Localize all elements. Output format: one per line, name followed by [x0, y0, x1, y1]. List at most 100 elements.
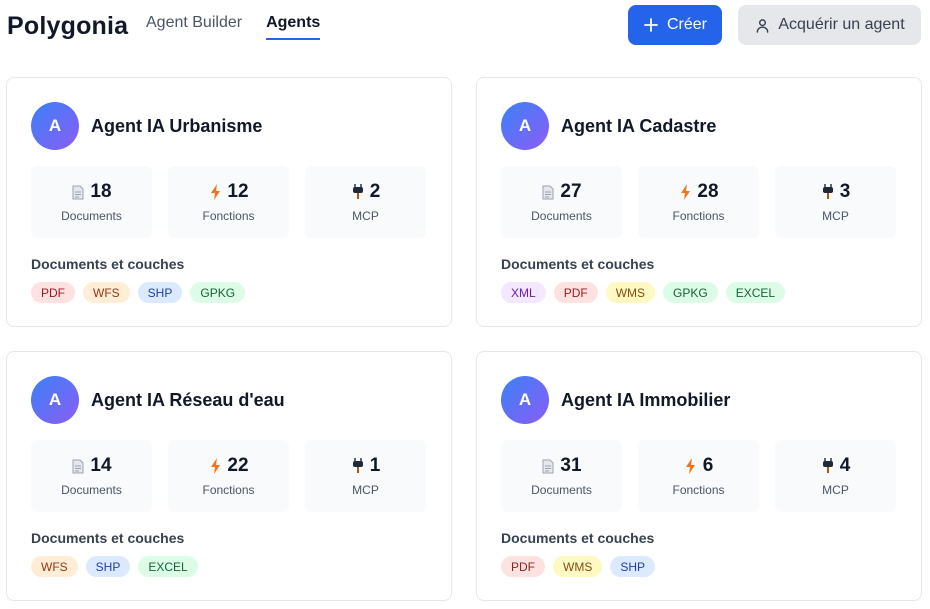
- mcp-label: MCP: [352, 483, 379, 497]
- mcp-count: 3: [839, 181, 851, 202]
- documents-count: 18: [90, 181, 112, 202]
- tag-wms: WMS: [605, 282, 656, 303]
- tag-pdf: PDF: [501, 556, 545, 577]
- agent-card-header: A Agent IA Immobilier: [501, 376, 730, 424]
- fonctions-label: Fonctions: [672, 209, 725, 223]
- tag-wms: WMS: [553, 556, 603, 577]
- stat-mcp: 4 MCP: [775, 440, 896, 512]
- plug-icon: [821, 183, 835, 201]
- tag-shp: SHP: [610, 556, 656, 577]
- agent-card-header: A Agent IA Cadastre: [501, 102, 716, 150]
- mcp-count: 4: [839, 455, 851, 476]
- documents-label: Documents: [61, 483, 122, 497]
- user-icon: [754, 17, 770, 33]
- documents-label: Documents: [61, 209, 122, 223]
- layers-title: Documents et couches: [31, 530, 185, 546]
- main-nav: Agent Builder Agents: [146, 14, 321, 40]
- documents-count: 31: [560, 455, 582, 476]
- layer-tags: WFS SHP EXCEL: [31, 556, 198, 577]
- top-bar: Polygonia Agent Builder Agents Créer Acq…: [0, 0, 930, 60]
- tag-wfs: WFS: [83, 282, 130, 303]
- layer-tags: PDF WFS SHP GPKG: [31, 282, 246, 303]
- documents-count: 14: [90, 455, 112, 476]
- agent-avatar: A: [501, 102, 549, 150]
- documents-count: 27: [560, 181, 582, 202]
- layer-tags: PDF WMS SHP: [501, 556, 656, 577]
- create-button-label: Créer: [666, 16, 707, 33]
- agent-card[interactable]: A Agent IA Réseau d'eau 14 Documents 22 …: [6, 351, 452, 601]
- tag-excel: EXCEL: [138, 556, 198, 577]
- agent-name: Agent IA Immobilier: [561, 389, 731, 410]
- tab-agent-builder[interactable]: Agent Builder: [146, 14, 242, 40]
- agent-stats: 14 Documents 22 Fonctions 1 MCP: [31, 440, 426, 512]
- plug-icon: [351, 183, 365, 201]
- stat-mcp: 3 MCP: [775, 166, 896, 238]
- stat-documents: 27 Documents: [501, 166, 622, 238]
- tag-gpkg: GPKG: [663, 282, 718, 303]
- plus-icon: [643, 17, 659, 33]
- document-icon: [541, 457, 555, 475]
- stat-documents: 14 Documents: [31, 440, 152, 512]
- agent-avatar: A: [501, 376, 549, 424]
- agent-avatar: A: [31, 376, 79, 424]
- layers-title: Documents et couches: [31, 256, 185, 272]
- stat-documents: 31 Documents: [501, 440, 622, 512]
- tag-excel: EXCEL: [725, 282, 786, 303]
- lightning-icon: [208, 457, 222, 475]
- documents-label: Documents: [531, 483, 592, 497]
- fonctions-count: 12: [227, 181, 249, 202]
- layers-title: Documents et couches: [501, 530, 655, 546]
- lightning-icon: [208, 183, 222, 201]
- stat-fonctions: 6 Fonctions: [638, 440, 759, 512]
- layer-tags: XML PDF WMS GPKG EXCEL: [501, 282, 786, 303]
- agent-avatar: A: [31, 102, 79, 150]
- plug-icon: [351, 457, 365, 475]
- fonctions-label: Fonctions: [672, 483, 725, 497]
- brand-logo: Polygonia: [7, 12, 129, 40]
- tag-gpkg: GPKG: [190, 282, 246, 303]
- document-icon: [541, 183, 555, 201]
- stat-mcp: 2 MCP: [305, 166, 426, 238]
- document-icon: [71, 183, 85, 201]
- tab-agents[interactable]: Agents: [266, 14, 321, 40]
- document-icon: [71, 457, 85, 475]
- tag-pdf: PDF: [553, 282, 598, 303]
- create-button[interactable]: Créer: [628, 5, 722, 45]
- tag-wfs: WFS: [31, 556, 78, 577]
- agent-name: Agent IA Cadastre: [561, 115, 717, 136]
- agent-stats: 27 Documents 28 Fonctions 3 MCP: [501, 166, 896, 238]
- mcp-label: MCP: [822, 209, 849, 223]
- agent-name: Agent IA Urbanisme: [91, 115, 263, 136]
- stat-documents: 18 Documents: [31, 166, 152, 238]
- tag-pdf: PDF: [31, 282, 75, 303]
- documents-label: Documents: [531, 209, 592, 223]
- mcp-count: 2: [369, 181, 381, 202]
- fonctions-label: Fonctions: [202, 209, 255, 223]
- mcp-label: MCP: [352, 209, 379, 223]
- agent-card[interactable]: A Agent IA Immobilier 31 Documents 6 Fon…: [476, 351, 922, 601]
- stat-fonctions: 28 Fonctions: [638, 166, 759, 238]
- plug-icon: [821, 457, 835, 475]
- stat-fonctions: 12 Fonctions: [168, 166, 289, 238]
- agent-card[interactable]: A Agent IA Cadastre 27 Documents 28 Fonc…: [476, 77, 922, 327]
- agent-name: Agent IA Réseau d'eau: [91, 389, 285, 410]
- acquire-agent-label: Acquérir un agent: [778, 16, 905, 33]
- agent-stats: 31 Documents 6 Fonctions 4 MCP: [501, 440, 896, 512]
- stat-mcp: 1 MCP: [305, 440, 426, 512]
- fonctions-count: 28: [697, 181, 719, 202]
- layers-title: Documents et couches: [501, 256, 655, 272]
- agent-card[interactable]: A Agent IA Urbanisme 18 Documents 12 Fon…: [6, 77, 452, 327]
- tag-shp: SHP: [137, 282, 183, 303]
- acquire-agent-button[interactable]: Acquérir un agent: [738, 5, 921, 45]
- mcp-count: 1: [369, 455, 381, 476]
- agent-card-header: A Agent IA Réseau d'eau: [31, 376, 285, 424]
- fonctions-label: Fonctions: [202, 483, 255, 497]
- fonctions-count: 22: [227, 455, 249, 476]
- stat-fonctions: 22 Fonctions: [168, 440, 289, 512]
- lightning-icon: [684, 457, 698, 475]
- lightning-icon: [678, 183, 692, 201]
- tag-shp: SHP: [85, 556, 131, 577]
- mcp-label: MCP: [822, 483, 849, 497]
- tag-xml: XML: [501, 282, 546, 303]
- fonctions-count: 6: [702, 455, 714, 476]
